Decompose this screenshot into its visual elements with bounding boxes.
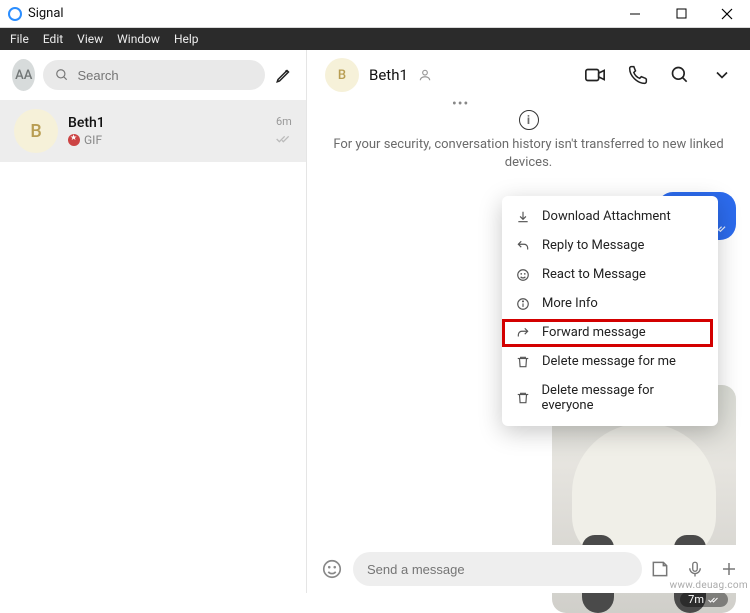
menu-edit[interactable]: Edit [43,32,63,46]
reply-icon [516,239,532,253]
conversation-name: Beth1 [68,115,105,131]
trash-icon [516,391,532,405]
forward-icon [516,326,532,340]
menu-file[interactable]: File [10,32,29,46]
react-icon [516,268,532,282]
info-menu-icon [516,297,532,311]
ctx-delete-me[interactable]: Delete message for me [502,347,718,376]
info-banner: i For your security, conversation histor… [307,110,750,172]
verified-icon [418,68,432,82]
search-icon [55,68,69,82]
read-receipt-icon [276,134,292,144]
menu-window[interactable]: Window [117,32,160,46]
menu-view[interactable]: View [77,32,103,46]
mic-icon[interactable] [686,559,704,579]
ctx-forward[interactable]: Forward message [502,318,718,347]
ctx-delete-everyone[interactable]: Delete message for everyone [502,376,718,420]
chat-contact-name[interactable]: Beth1 [369,66,408,84]
smile-icon [321,558,343,580]
close-button[interactable] [704,0,750,27]
minimize-button[interactable] [612,0,658,27]
chevron-down-icon[interactable] [712,65,732,85]
chat-search-icon[interactable] [670,65,690,85]
window-titlebar: Signal [0,0,750,28]
maximize-button[interactable] [658,0,704,27]
sidebar: AA B Beth1 GIF 6m [0,50,307,593]
pencil-icon [275,66,293,84]
ctx-reply[interactable]: Reply to Message [502,231,718,260]
search-input[interactable] [77,68,253,83]
composer-input-wrap[interactable] [353,552,642,586]
attach-icon[interactable] [720,560,738,578]
message-more-button[interactable]: ••• [452,96,469,112]
conversation-subtitle: GIF [84,133,102,147]
chat-avatar[interactable]: B [325,58,359,92]
menubar: File Edit View Window Help [0,28,750,50]
sticker-icon[interactable] [650,559,670,579]
gif-icon [68,134,80,146]
self-avatar[interactable]: AA [12,59,35,91]
context-menu: Download Attachment Reply to Message Rea… [502,196,718,426]
ctx-react[interactable]: React to Message [502,260,718,289]
voice-call-icon[interactable] [628,65,648,85]
download-icon [516,210,532,224]
conversation-item[interactable]: B Beth1 GIF 6m [0,100,306,162]
video-call-icon[interactable] [584,64,606,86]
gif-time-badge: 7m [680,592,728,607]
info-icon: i [519,110,539,130]
trash-icon [516,355,532,369]
app-icon [8,7,22,21]
composer-input[interactable] [367,562,628,577]
compose-button[interactable] [273,66,294,84]
search-box[interactable] [43,60,265,90]
menu-help[interactable]: Help [174,32,199,46]
ctx-more-info[interactable]: More Info [502,289,718,318]
ctx-download-attachment[interactable]: Download Attachment [502,202,718,231]
info-text: For your security, conversation history … [325,136,732,172]
watermark: www.deuag.com [670,580,748,591]
conversation-time: 6m [276,115,292,128]
emoji-button[interactable] [319,558,345,580]
window-title: Signal [28,6,64,21]
conversation-avatar: B [14,109,58,153]
